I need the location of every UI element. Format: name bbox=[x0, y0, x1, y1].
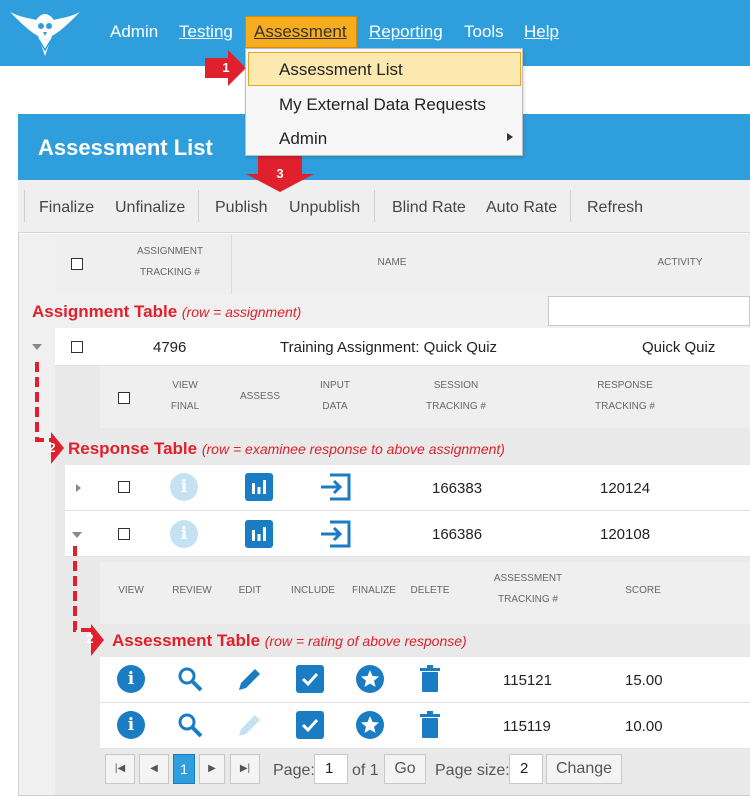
callout-2-assessment: 2 bbox=[86, 631, 94, 646]
menu-item-label[interactable]: Assessment List bbox=[279, 60, 403, 80]
callout-3: 3 bbox=[276, 166, 284, 181]
menu-item-admin[interactable]: Admin bbox=[279, 129, 327, 149]
callout-1: 1 bbox=[222, 60, 230, 75]
callout-2-response: 2 bbox=[48, 440, 56, 455]
menu-item-external-data-requests[interactable]: My External Data Requests bbox=[279, 95, 486, 115]
submenu-arrow-icon bbox=[507, 133, 513, 141]
